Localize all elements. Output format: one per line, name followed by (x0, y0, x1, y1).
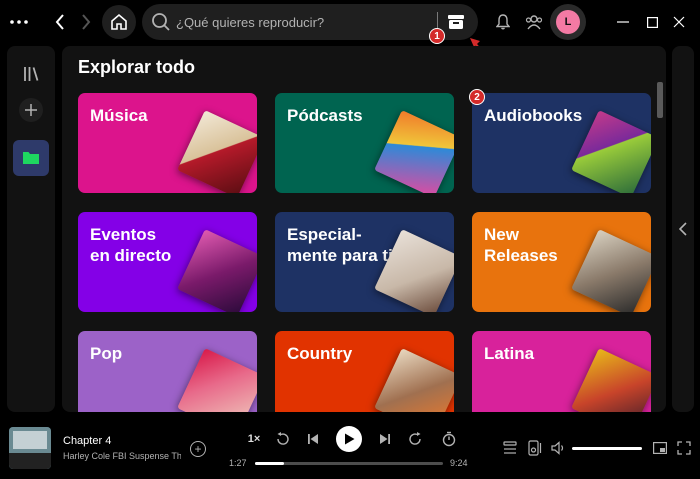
avatar: L (556, 10, 580, 34)
player-bar: Chapter 4 Harley Cole FBI Suspense Th + … (0, 418, 700, 479)
category-card-especialmente[interactable]: Especial- mente para ti (275, 212, 454, 312)
back-arrow-icon[interactable] (50, 11, 70, 33)
elapsed-time: 1:27 (229, 458, 247, 468)
category-card-new-releases[interactable]: New Releases (472, 212, 651, 312)
mini-player-icon[interactable] (652, 439, 668, 457)
forward-arrow-icon[interactable] (76, 11, 96, 33)
queue-icon[interactable] (502, 439, 518, 457)
annotation-marker-1: 1 (429, 28, 445, 44)
right-side-panel (672, 46, 694, 412)
search-icon[interactable] (151, 12, 171, 32)
card-label: Audiobooks (484, 106, 583, 125)
play-button[interactable] (336, 426, 362, 452)
folder-icon (23, 152, 39, 164)
folder-item[interactable] (13, 140, 49, 176)
category-card-audiobooks[interactable]: Audiobooks (472, 93, 651, 193)
category-card-musica[interactable]: Música (78, 93, 257, 193)
fullscreen-icon[interactable] (676, 439, 692, 457)
browse-icon (448, 15, 464, 29)
friend-activity-icon[interactable] (524, 12, 544, 32)
card-label: Pódcasts (287, 106, 363, 125)
playback-progress-bar[interactable] (255, 462, 443, 465)
volume-icon[interactable] (551, 439, 567, 457)
category-card-latina[interactable]: Latina (472, 331, 651, 412)
category-card-country[interactable]: Country (275, 331, 454, 412)
plus-icon (19, 98, 43, 122)
home-button[interactable] (102, 5, 136, 39)
card-label: Country (287, 344, 353, 363)
maximize-icon[interactable] (643, 12, 661, 32)
category-card-pop[interactable]: Pop (78, 331, 257, 412)
search-input[interactable] (176, 12, 426, 32)
sleep-timer-icon[interactable] (440, 428, 458, 450)
connect-device-icon[interactable] (527, 439, 543, 457)
close-window-icon[interactable] (670, 12, 688, 32)
skip-back-15-icon[interactable] (274, 428, 292, 450)
scrollbar[interactable] (657, 82, 663, 118)
search-bar (142, 4, 478, 40)
next-track-icon[interactable] (376, 428, 394, 450)
play-icon (344, 433, 354, 445)
now-playing-cover[interactable] (9, 427, 51, 469)
skip-forward-15-icon[interactable] (406, 428, 424, 450)
add-to-library-button[interactable]: + (190, 441, 206, 457)
previous-track-icon[interactable] (304, 428, 322, 450)
home-icon (111, 13, 127, 30)
user-avatar-button[interactable]: L (550, 4, 586, 40)
left-sidebar (7, 46, 55, 412)
volume-slider[interactable] (572, 447, 642, 450)
minimize-icon[interactable] (614, 12, 632, 32)
create-playlist-button[interactable] (13, 92, 49, 128)
page-title: Explorar todo (78, 57, 196, 77)
card-label: Latina (484, 344, 535, 363)
category-card-eventos[interactable]: Eventos en directo (78, 212, 257, 312)
library-icon (24, 67, 39, 81)
notifications-bell-icon[interactable] (494, 12, 512, 32)
browse-main-panel: Explorar todo Música Pódcasts Audiobooks… (62, 46, 666, 412)
playback-speed-button[interactable]: 1× (244, 428, 264, 450)
category-card-podcasts[interactable]: Pódcasts (275, 93, 454, 193)
expand-panel-chevron-icon[interactable] (676, 220, 690, 238)
browse-button[interactable] (441, 8, 471, 36)
card-label: Música (90, 106, 148, 125)
app-menu-icon[interactable] (8, 12, 30, 32)
your-library-button[interactable] (13, 56, 49, 92)
progress-fill (255, 462, 284, 465)
track-title[interactable]: Chapter 4 (63, 435, 111, 447)
track-subtitle[interactable]: Harley Cole FBI Suspense Th (63, 451, 181, 461)
total-time: 9:24 (450, 458, 468, 468)
annotation-marker-2: 2 (469, 89, 485, 105)
top-bar: L (0, 0, 700, 44)
card-label: Pop (90, 344, 123, 363)
